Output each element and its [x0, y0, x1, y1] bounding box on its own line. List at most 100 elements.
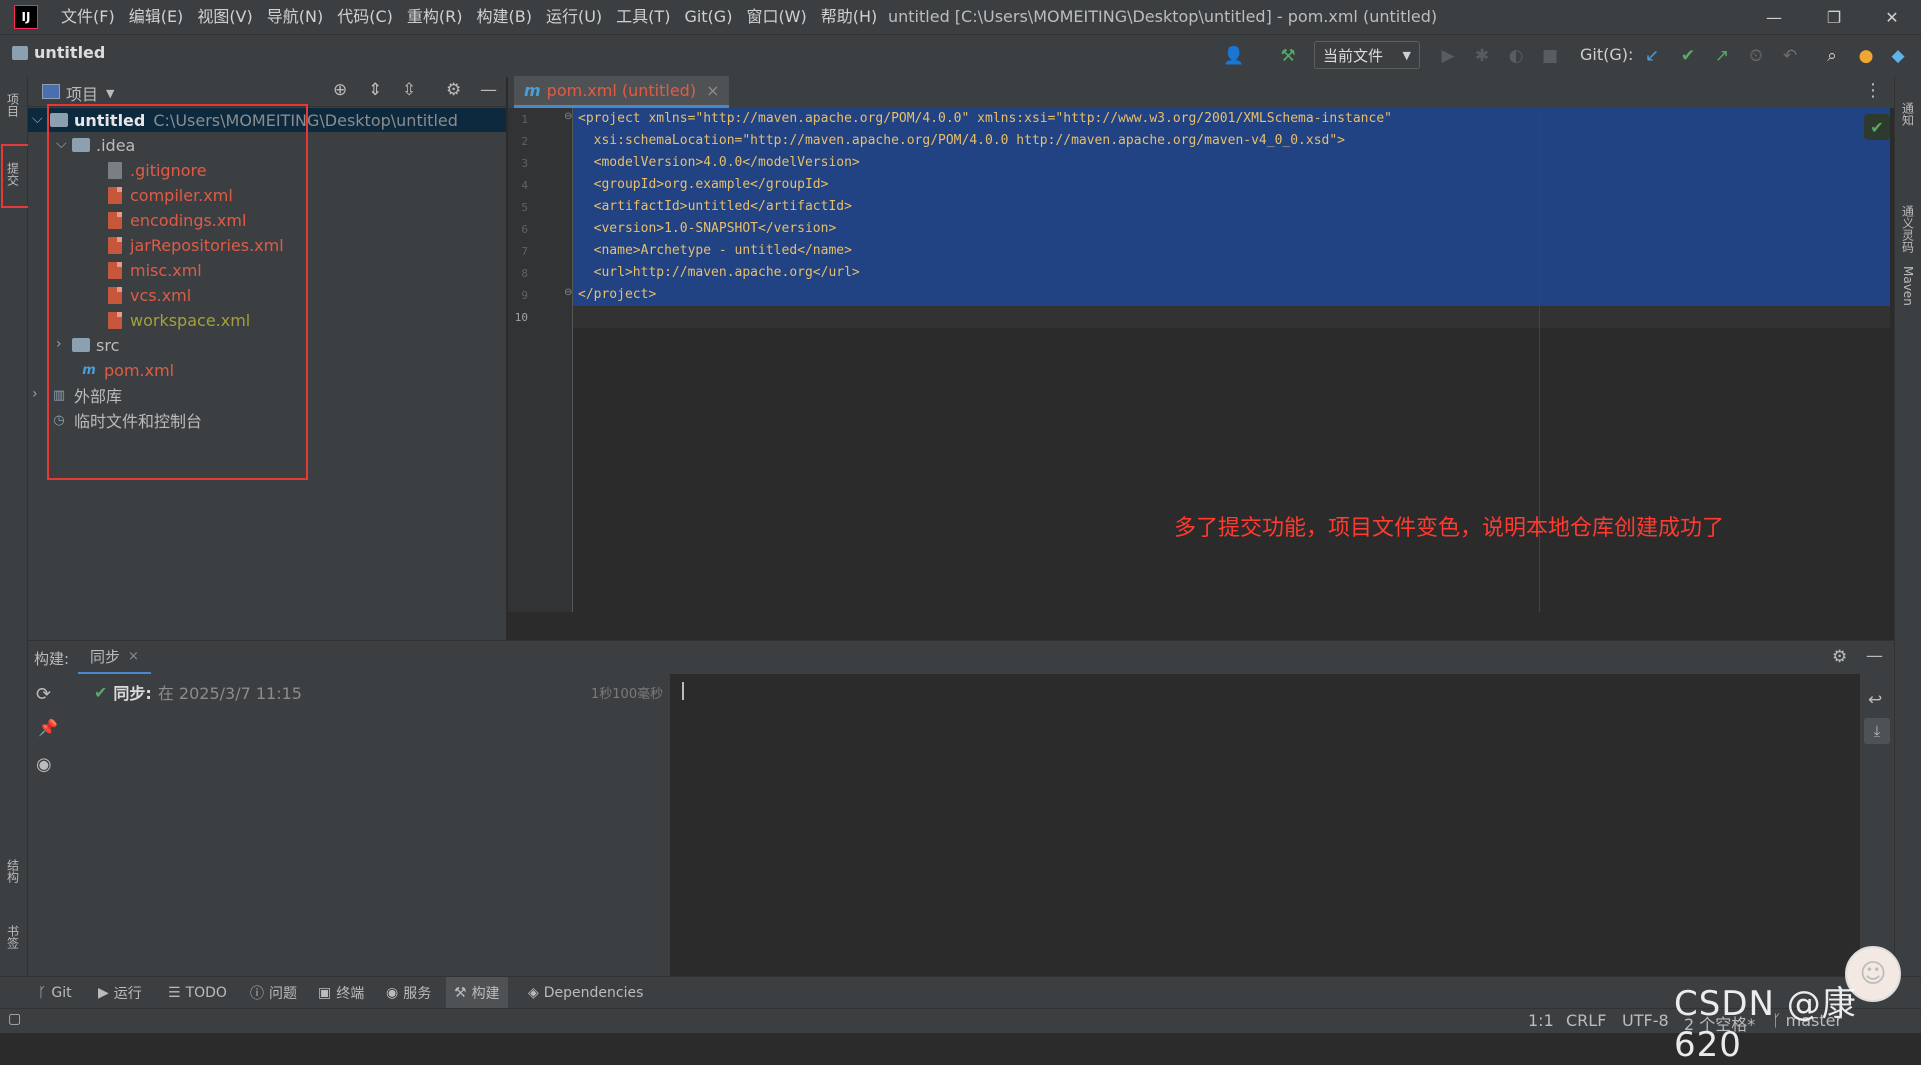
tool-window-dependencies[interactable]: ◈ Dependencies	[528, 977, 643, 1009]
tool-window-services[interactable]: ◉ 服务	[386, 977, 431, 1009]
tool-window-git[interactable]: ᚴ Git	[38, 977, 72, 1009]
code-editor[interactable]: 1 2 3 4 5 6 7 8 9 10 ⊖ ⊖ <project xmlns=…	[508, 108, 1894, 612]
intellij-logo-icon[interactable]: IJ	[14, 5, 38, 29]
toggle-tool-windows-icon[interactable]: ▢	[8, 1011, 21, 1027]
more-options-icon[interactable]: ⋮	[1864, 80, 1882, 101]
user-profile-icon[interactable]: 👤	[1222, 44, 1246, 68]
tool-window-run[interactable]: ▶ 运行	[98, 977, 142, 1009]
resync-icon[interactable]: ⟳	[36, 684, 51, 705]
line-number: 7	[521, 245, 528, 258]
maximize-button[interactable]: ❐	[1806, 0, 1862, 34]
chevron-down-icon[interactable]: ⌵	[32, 111, 43, 127]
close-icon[interactable]: ×	[706, 81, 719, 100]
line-number: 6	[521, 223, 528, 236]
line-separator[interactable]: CRLF	[1566, 1011, 1606, 1030]
menu-refactor[interactable]: 重构(R)	[400, 0, 470, 34]
hide-panel-icon[interactable]: —	[480, 80, 497, 100]
line-number: 4	[521, 179, 528, 192]
caret-position[interactable]: 1:1	[1528, 1011, 1554, 1030]
file-encoding[interactable]: UTF-8	[1622, 1011, 1669, 1030]
ai-assistant-icon[interactable]: ◆	[1886, 44, 1910, 68]
sync-result-row[interactable]: ✔ 同步: 在 2025/3/7 11:15	[94, 680, 302, 704]
git-commit-icon[interactable]: ✔	[1676, 44, 1700, 68]
project-panel-header: 项目 ▼ ⊕ ⇕ ⇳ ⚙ —	[28, 76, 506, 107]
menu-build[interactable]: 构建(B)	[470, 0, 539, 34]
tool-window-build[interactable]: ⚒ 构建	[446, 977, 508, 1009]
menu-git[interactable]: Git(G)	[677, 0, 739, 34]
tool-tab-bookmarks[interactable]: 书签	[2, 912, 24, 962]
menu-view[interactable]: 视图(V)	[190, 0, 259, 34]
run-icon[interactable]: ▶	[1436, 44, 1460, 68]
line-number: 5	[521, 201, 528, 214]
sync-label: 同步:	[113, 684, 152, 703]
coverage-icon[interactable]: ◐	[1504, 44, 1528, 68]
build-hammer-icon[interactable]: ⚒	[1276, 44, 1300, 68]
scroll-to-end-icon[interactable]: ⤓	[1864, 718, 1890, 744]
menu-window[interactable]: 窗口(W)	[739, 0, 813, 34]
code-line: <groupId>org.example</groupId>	[578, 177, 829, 192]
project-view-dropdown[interactable]: 项目 ▼	[66, 81, 114, 105]
git-label: Git(G):	[1580, 45, 1634, 64]
tool-tab-maven-label: Maven	[1901, 266, 1915, 306]
menu-file[interactable]: 文件(F)	[54, 0, 122, 34]
tool-window-terminal[interactable]: ▣ 终端	[318, 977, 364, 1009]
collapse-all-icon[interactable]: ⇳	[402, 80, 416, 100]
git-history-icon[interactable]: ⏲	[1744, 44, 1768, 68]
services-icon: ◉	[386, 985, 399, 1001]
project-folder-icon	[12, 45, 28, 60]
tool-tab-structure[interactable]: 结构	[2, 846, 24, 896]
build-panel-label: 构建:	[34, 650, 70, 668]
close-button[interactable]: ✕	[1864, 0, 1920, 34]
todo-list-icon: ☰	[168, 985, 181, 1001]
inspection-ok-icon[interactable]: ✔	[1864, 114, 1890, 140]
code-line: <project xmlns="http://maven.apache.org/…	[578, 111, 1392, 126]
locate-icon[interactable]: ⊕	[333, 80, 347, 100]
tool-tab-project[interactable]: 项目	[2, 80, 24, 130]
update-available-icon[interactable]: ●	[1854, 44, 1878, 68]
run-config-dropdown[interactable]: 当前文件 ▼	[1314, 41, 1420, 69]
git-rollback-icon[interactable]: ↶	[1778, 44, 1802, 68]
tool-tab-bookmarks-label: 书签	[5, 925, 20, 949]
fold-marker-icon[interactable]: ⊖	[564, 111, 572, 122]
minimize-button[interactable]: —	[1746, 0, 1802, 34]
expand-all-icon[interactable]: ⇕	[368, 80, 382, 100]
fold-marker-icon[interactable]: ⊖	[564, 287, 572, 298]
editor-gutter: 1 2 3 4 5 6 7 8 9 10 ⊖ ⊖	[508, 108, 573, 612]
build-console[interactable]	[670, 674, 1860, 976]
tool-window-problems[interactable]: ⓘ 问题	[250, 977, 297, 1009]
git-push-icon[interactable]: ↗	[1710, 44, 1734, 68]
tool-window-git-label: Git	[51, 985, 72, 1001]
menu-navigate[interactable]: 导航(N)	[260, 0, 330, 34]
tool-tab-notifications-label: 通知	[1900, 102, 1915, 126]
line-number: 1	[521, 113, 528, 126]
gear-icon[interactable]: ⚙	[446, 80, 461, 100]
gear-icon[interactable]: ⚙	[1832, 647, 1847, 667]
breadcrumb[interactable]: untitled	[12, 43, 105, 62]
sync-time: 在 2025/3/7 11:15	[157, 684, 302, 703]
debug-icon[interactable]: ✱	[1470, 44, 1494, 68]
git-branch-icon: ᚴ	[38, 985, 47, 1001]
editor-tab-label: pom.xml (untitled)	[546, 81, 697, 100]
menu-edit[interactable]: 编辑(E)	[122, 0, 191, 34]
menu-run[interactable]: 运行(U)	[539, 0, 609, 34]
menu-help[interactable]: 帮助(H)	[814, 0, 885, 34]
search-icon[interactable]: ⌕	[1820, 44, 1844, 68]
tool-tab-maven[interactable]: Maven	[1897, 246, 1919, 326]
stop-icon[interactable]: ■	[1538, 44, 1562, 68]
soft-wrap-icon[interactable]: ↩	[1868, 690, 1882, 710]
chevron-right-icon[interactable]: ›	[32, 386, 38, 402]
menu-tools[interactable]: 工具(T)	[609, 0, 677, 34]
git-update-icon[interactable]: ↙	[1640, 44, 1664, 68]
eye-icon[interactable]: ◉	[36, 754, 52, 775]
hide-panel-icon[interactable]: —	[1866, 646, 1883, 666]
tool-window-dependencies-label: Dependencies	[543, 985, 644, 1001]
tool-window-todo[interactable]: ☰ TODO	[168, 977, 227, 1009]
chevron-down-icon: ▼	[1402, 48, 1411, 62]
close-icon[interactable]: ×	[128, 649, 139, 664]
tab-sync[interactable]: 同步 ×	[78, 641, 151, 675]
pin-icon[interactable]: 📌	[38, 718, 58, 737]
editor-tab-pom[interactable]: m pom.xml (untitled) ×	[514, 76, 730, 108]
status-bar: ▢ 1:1 CRLF UTF-8 2 个空格* ᚴ master	[0, 1008, 1921, 1034]
menu-code[interactable]: 代码(C)	[330, 0, 400, 34]
tool-tab-notifications[interactable]: 通知	[1897, 84, 1919, 144]
